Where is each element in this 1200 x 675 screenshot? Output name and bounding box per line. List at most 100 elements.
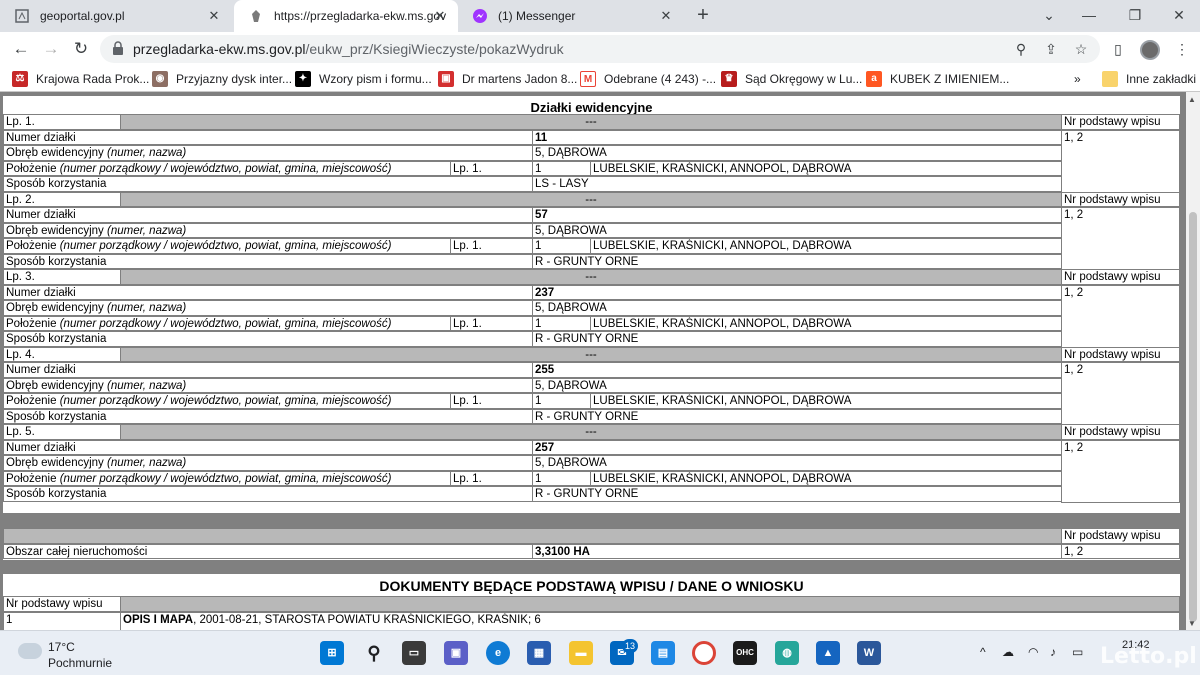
maps-app-icon[interactable]: ◍ — [775, 641, 799, 665]
parcel-sposob-label: Sposób korzystania — [3, 176, 533, 192]
polozenie-label-text: Położenie — [6, 395, 60, 407]
menu-kebab-icon[interactable]: ⋮ — [1172, 39, 1192, 59]
parcel-numer-value: 11 — [532, 129, 1062, 145]
minimize-icon[interactable]: — — [1078, 4, 1100, 26]
parcel-polozenie-label: Położenie (numer porządkowy / województw… — [3, 470, 451, 486]
polozenie-label-text: Położenie — [6, 162, 60, 175]
folder-icon — [1102, 71, 1118, 87]
task-view-icon[interactable]: ▭ — [402, 641, 426, 665]
battery-icon[interactable]: ▭ — [1072, 645, 1083, 659]
tab-przegladarka-ekw[interactable]: https://przegladarka-ekw.ms.gov ✕ — [234, 0, 458, 32]
court-emblem-icon: ♛ — [721, 71, 737, 87]
bookmark-sad-okregowy[interactable]: ♛ Sąd Okręgowy w Lu... — [721, 69, 862, 89]
lock-icon — [113, 41, 123, 55]
cloud-weather-icon[interactable] — [18, 643, 42, 659]
gmail-icon: M — [580, 71, 596, 87]
forward-arrow-icon[interactable]: → — [40, 38, 62, 60]
tab-title: geoportal.gov.pl — [40, 9, 125, 23]
obreb-label-text: Obręb ewidencyjny — [6, 302, 107, 314]
parcel-polozenie-label: Położenie (numer porządkowy / województw… — [3, 393, 451, 409]
close-tab-icon[interactable]: ✕ — [206, 8, 222, 24]
side-panel-icon[interactable]: ▯ — [1108, 39, 1128, 59]
parcel-lokalizacja: LUBELSKIE, KRAŚNICKI, ANNOPOL, DĄBROWA — [590, 238, 1062, 254]
chrome-icon[interactable] — [692, 641, 716, 665]
parcel-nr-podstawy-label: Nr podstawy wpisu — [1061, 269, 1180, 285]
document-template-icon: ✦ — [295, 71, 311, 87]
profile-avatar[interactable] — [1140, 40, 1160, 60]
bookmark-kubek[interactable]: a KUBEK Z IMIENIEM... — [866, 69, 1009, 89]
store-icon[interactable]: ▦ — [527, 641, 551, 665]
bookmark-gmail[interactable]: M Odebrane (4 243) -... — [580, 69, 716, 89]
back-arrow-icon[interactable]: ← — [10, 38, 32, 60]
obreb-label-italic: (numer, nazwa) — [107, 457, 187, 469]
parcel-polozenie-label: Położenie (numer porządkowy / województw… — [3, 315, 451, 331]
parcel-polozenie-nr: 1 — [532, 393, 591, 409]
tab-messenger[interactable]: (1) Messenger ✕ — [458, 0, 684, 32]
parcel-obreb-value: 5, DĄBROWA — [532, 377, 1062, 393]
close-window-icon[interactable]: ✕ — [1168, 4, 1190, 26]
obszar-label: Obszar całej nieruchomości — [3, 543, 533, 559]
bookmark-label: Przyjazny dysk inter... — [176, 72, 293, 86]
bookmark-krajowa-rada[interactable]: ⚖ Krajowa Rada Prok... — [12, 69, 149, 89]
file-explorer-icon[interactable]: ▬ — [569, 641, 593, 665]
shop-bag-icon: ▣ — [438, 71, 454, 87]
teams-chat-icon[interactable]: ▣ — [444, 641, 468, 665]
ohc-app-icon[interactable]: OHC — [733, 641, 757, 665]
dokumenty-title: DOKUMENTY BĘDĄCE PODSTAWĄ WPISU / DANE O… — [3, 577, 1180, 595]
weather-description[interactable]: Pochmurnie — [48, 656, 112, 670]
share-icon[interactable]: ⇪ — [1042, 40, 1060, 58]
tab-geoportal[interactable]: geoportal.gov.pl ✕ — [0, 0, 232, 32]
address-bar[interactable]: przegladarka-ekw.ms.gov.pl/eukw_prz/Ksie… — [100, 35, 1100, 63]
parcel-numer-value: 255 — [532, 362, 1062, 378]
parcel-obreb-label: Obręb ewidencyjny (numer, nazwa) — [3, 145, 533, 161]
photos-icon[interactable]: ▲ — [816, 641, 840, 665]
parcel-polozenie-nr: 1 — [532, 315, 591, 331]
close-tab-icon[interactable]: ✕ — [432, 8, 448, 24]
word-document-icon[interactable]: W — [857, 641, 881, 665]
dokumenty-section: DOKUMENTY BĘDĄCE PODSTAWĄ WPISU / DANE O… — [3, 574, 1180, 630]
bookmark-star-icon[interactable]: ☆ — [1072, 40, 1090, 58]
desktop-app-icon[interactable]: ▤ — [651, 641, 675, 665]
parcel-obreb-label: Obręb ewidencyjny (numer, nazwa) — [3, 222, 533, 238]
polozenie-label-text: Położenie — [6, 317, 60, 330]
show-hidden-icons-chevron-icon[interactable]: ^ — [980, 645, 986, 659]
bookmarks-bar: ⚖ Krajowa Rada Prok... ◉ Przyjazny dysk in… — [0, 66, 1200, 92]
parcel-podstawa-value: 1, 2 — [1061, 129, 1180, 193]
wifi-icon[interactable]: ◠ — [1028, 645, 1038, 659]
search-icon[interactable]: ⚲ — [362, 641, 386, 665]
obszar-nr-podstawy-label: Nr podstawy wpisu — [1061, 528, 1180, 544]
bookmark-inne-zakladki[interactable]: Inne zakładki — [1102, 69, 1196, 89]
zoom-icon[interactable]: ⚲ — [1012, 40, 1030, 58]
polozenie-label-italic: (numer porządkowy / województwo, powiat,… — [59, 395, 392, 407]
bookmark-wzory-pism[interactable]: ✦ Wzory pism i formu... — [295, 69, 432, 89]
more-bookmarks-chevron-icon[interactable]: » — [1074, 69, 1081, 89]
parcel-lokalizacja: LUBELSKIE, KRAŚNICKI, ANNOPOL, DĄBROWA — [590, 470, 1062, 486]
government-eagle-icon — [248, 8, 264, 24]
page-scrollbar[interactable]: ▲ ▼ — [1186, 92, 1200, 630]
windows-start-icon[interactable]: ⊞ — [320, 641, 344, 665]
scroll-up-arrow-icon[interactable]: ▲ — [1188, 95, 1196, 104]
parcel-obreb-value: 5, DĄBROWA — [532, 222, 1062, 238]
scroll-down-arrow-icon[interactable]: ▼ — [1188, 619, 1196, 628]
reload-icon[interactable]: ↻ — [70, 38, 92, 60]
volume-icon[interactable]: ♪ — [1050, 645, 1056, 659]
scrollbar-thumb[interactable] — [1189, 212, 1197, 622]
edge-icon[interactable]: e — [486, 641, 510, 665]
onedrive-icon[interactable]: ☁ — [1002, 645, 1014, 659]
weather-temperature[interactable]: 17°C — [48, 640, 75, 654]
close-tab-icon[interactable]: ✕ — [658, 8, 674, 24]
bookmark-przyjazny-dysk[interactable]: ◉ Przyjazny dysk inter... — [152, 69, 292, 89]
parcel-polozenie-lp-ref: Lp. 1. — [450, 315, 533, 331]
tab-search-chevron-icon[interactable]: ⌄ — [1038, 4, 1060, 26]
parcel-lp: Lp. 1. — [3, 114, 121, 130]
bookmark-dr-martens[interactable]: ▣ Dr martens Jadon 8... — [438, 69, 577, 89]
mail-notification-badge: 13 — [622, 639, 638, 653]
new-tab-button[interactable]: + — [692, 4, 714, 26]
page-content: Działki ewidencyjne Lp. 1. --- Nr podstawy… — [0, 92, 1186, 630]
parcel-numer-value: 257 — [532, 439, 1062, 455]
obszar-value: 3,3100 HA — [532, 543, 1062, 559]
dokumenty-doc-details: , 2001-08-21, STAROSTA POWIATU KRAŚNICKI… — [193, 613, 541, 626]
parcel-dashes: --- — [120, 346, 1062, 362]
parcel-obreb-label: Obręb ewidencyjny (numer, nazwa) — [3, 377, 533, 393]
restore-icon[interactable]: ❐ — [1124, 4, 1146, 26]
